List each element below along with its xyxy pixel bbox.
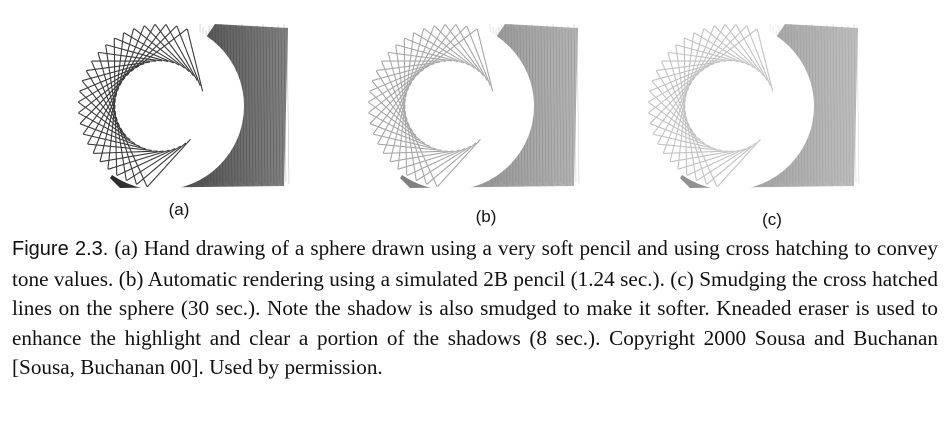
- sub-label-c: (c): [762, 210, 782, 229]
- figure-number: Figure 2.3.: [12, 238, 109, 260]
- sphere-sketch-a: [60, 18, 300, 193]
- sphere-sketch-svg: [368, 23, 580, 188]
- sub-label-a: (a): [168, 200, 190, 219]
- sub-label-b: (b): [475, 207, 497, 226]
- sphere-sketch-c: [630, 18, 870, 193]
- figure-panel: (a) (b) (c): [0, 0, 948, 235]
- sphere-sketch-svg: [648, 23, 860, 188]
- figure-caption: Figure 2.3. (a) Hand drawing of a sphere …: [12, 234, 938, 383]
- sphere-sketch-b: [350, 18, 590, 193]
- sphere-sketch-svg: [78, 23, 290, 188]
- caption-text: (a) Hand drawing of a sphere drawn using…: [12, 236, 938, 379]
